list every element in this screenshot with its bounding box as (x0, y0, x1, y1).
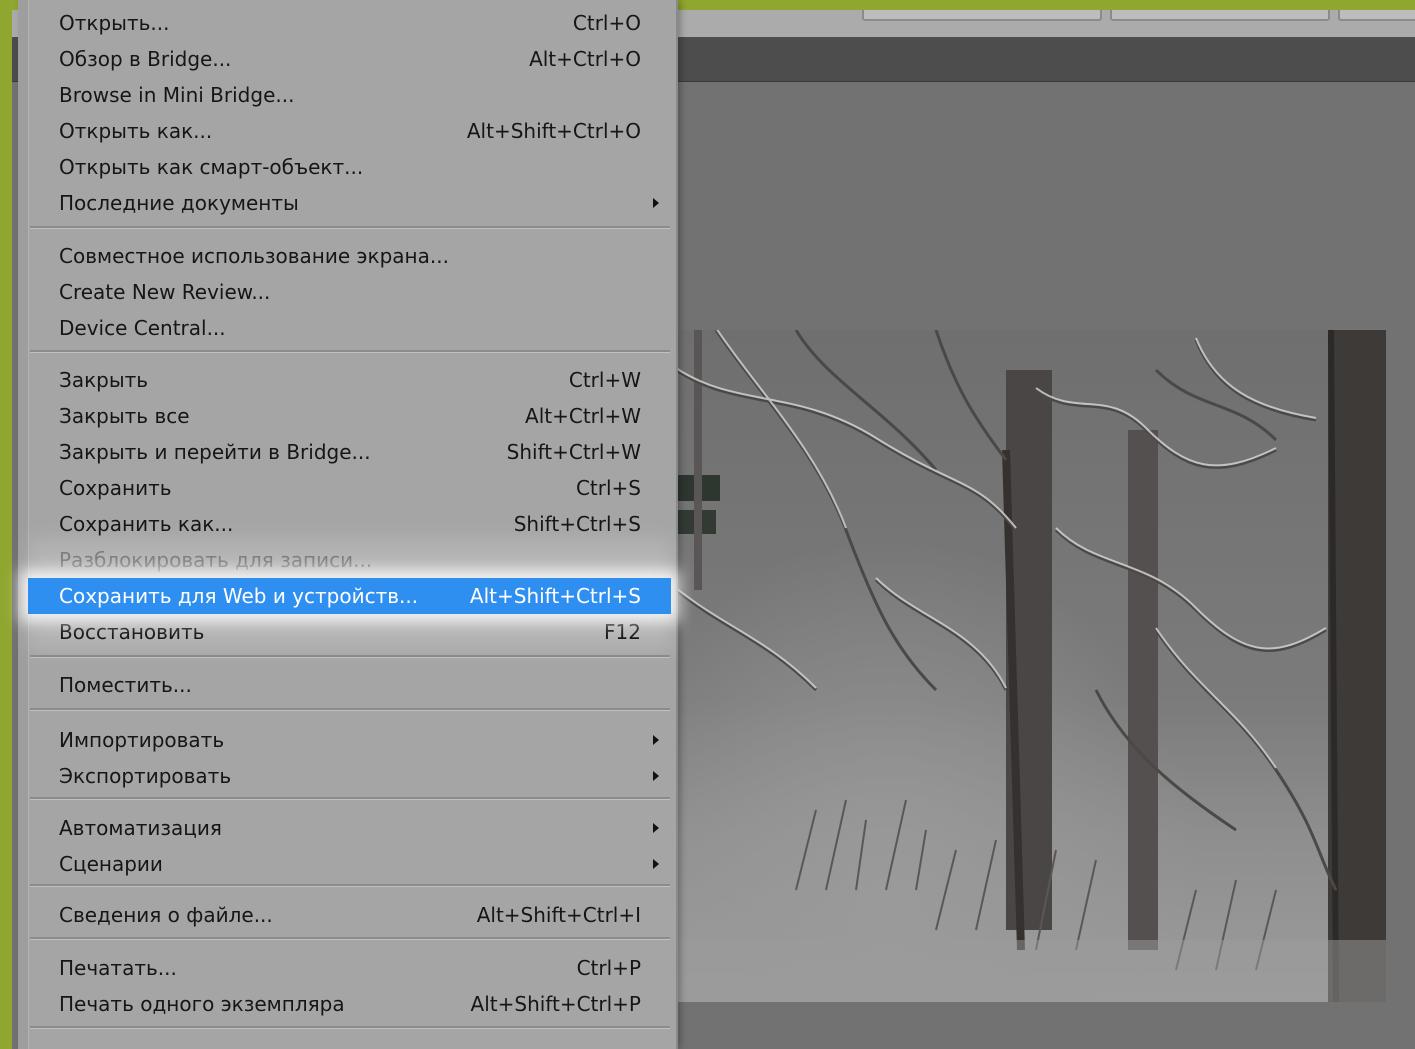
submenu-arrow-icon (653, 823, 659, 833)
menu-item-label: Сохранить для Web и устройств... (59, 584, 419, 608)
submenu-arrow-icon (653, 735, 659, 745)
menu-item-label: Create New Review... (59, 280, 271, 304)
file-menu-dropdown: Открыть... Ctrl+O Обзор в Bridge... Alt+… (18, 0, 678, 1049)
menu-separator (30, 1026, 670, 1029)
menu-item-file-info[interactable]: Сведения о файле... Alt+Shift+Ctrl+I (28, 897, 671, 933)
menu-item-shortcut: Alt+Shift+Ctrl+S (469, 584, 641, 608)
menu-item-label: Открыть как... (59, 119, 213, 143)
menu-item-browse-mini-bridge[interactable]: Browse in Mini Bridge... (28, 77, 671, 113)
menu-item-shortcut: Alt+Shift+Ctrl+I (476, 903, 641, 927)
menu-item-shortcut: Ctrl+W (568, 368, 641, 392)
menu-item-shortcut: Ctrl+S (575, 476, 641, 500)
options-field[interactable] (1338, 10, 1415, 21)
menu-separator (30, 708, 670, 711)
menu-item-label: Закрыть и перейти в Bridge... (59, 440, 371, 464)
menu-item-save-as[interactable]: Сохранить как... Shift+Ctrl+S (28, 506, 671, 542)
menu-item-label: Сохранить как... (59, 512, 234, 536)
menu-item-label: Закрыть (59, 368, 149, 392)
menu-item-label: Закрыть все (59, 404, 190, 428)
menu-separator (30, 797, 670, 800)
menu-item-recent-documents[interactable]: Последние документы (28, 185, 671, 221)
menu-item-label: Последние документы (59, 191, 299, 215)
menu-item-label: Печать одного экземпляра (59, 992, 345, 1016)
menu-item-label: Browse in Mini Bridge... (59, 83, 295, 107)
menu-item-label: Экспортировать (59, 764, 232, 788)
menu-item-save[interactable]: Сохранить Ctrl+S (28, 470, 671, 506)
menu-item-shortcut: Alt+Shift+Ctrl+O (466, 119, 641, 143)
submenu-arrow-icon (653, 859, 659, 869)
menu-item-label: Сохранить (59, 476, 172, 500)
document-canvas-photo (676, 330, 1386, 1002)
menu-item-automate[interactable]: Автоматизация (28, 810, 671, 846)
menu-item-label: Открыть как смарт-объект... (59, 155, 364, 179)
menu-item-label: Сведения о файле... (59, 903, 273, 927)
menu-item-place[interactable]: Поместить... (28, 667, 671, 703)
options-field[interactable] (862, 10, 1102, 21)
menu-item-label: Сценарии (59, 852, 163, 876)
menu-item-label: Разблокировать для записи... (59, 548, 373, 572)
menu-item-label: Device Central... (59, 316, 226, 340)
menu-item-label: Импортировать (59, 728, 225, 752)
menu-item-open[interactable]: Открыть... Ctrl+O (28, 5, 671, 41)
menu-item-shortcut: Shift+Ctrl+S (513, 512, 641, 536)
menu-item-close-all[interactable]: Закрыть все Alt+Ctrl+W (28, 398, 671, 434)
submenu-arrow-icon (653, 771, 659, 781)
menu-item-export[interactable]: Экспортировать (28, 758, 671, 794)
menu-item-close-and-go-to-bridge[interactable]: Закрыть и перейти в Bridge... Shift+Ctrl… (28, 434, 671, 470)
menu-item-revert[interactable]: Восстановить F12 (28, 614, 671, 650)
menu-item-label: Восстановить (59, 620, 205, 644)
menu-item-print-one-copy[interactable]: Печать одного экземпляра Alt+Shift+Ctrl+… (28, 986, 671, 1022)
menu-item-open-as[interactable]: Открыть как... Alt+Shift+Ctrl+O (28, 113, 671, 149)
submenu-arrow-icon (653, 198, 659, 208)
menu-item-close[interactable]: Закрыть Ctrl+W (28, 362, 671, 398)
menu-item-print[interactable]: Печатать... Ctrl+P (28, 950, 671, 986)
menu-item-browse-in-bridge[interactable]: Обзор в Bridge... Alt+Ctrl+O (28, 41, 671, 77)
menu-separator (30, 350, 670, 353)
menu-separator (30, 937, 670, 940)
menu-separator (30, 226, 670, 229)
snowy-forest-image (676, 330, 1386, 1002)
menu-item-shortcut: Ctrl+O (572, 11, 641, 35)
menu-item-label: Совместное использование экрана... (59, 244, 449, 268)
menu-item-label: Поместить... (59, 673, 192, 697)
menu-item-shortcut: Alt+Ctrl+W (525, 404, 641, 428)
menu-item-shortcut: Ctrl+P (576, 956, 641, 980)
menu-item-label: Автоматизация (59, 816, 222, 840)
menu-item-label: Печатать... (59, 956, 177, 980)
menu-item-shortcut: Shift+Ctrl+W (506, 440, 641, 464)
menu-separator (30, 655, 670, 658)
menu-item-label: Обзор в Bridge... (59, 47, 232, 71)
menu-item-scripts[interactable]: Сценарии (28, 846, 671, 882)
menu-item-save-for-web[interactable]: Сохранить для Web и устройств... Alt+Shi… (28, 578, 671, 614)
menu-item-import[interactable]: Импортировать (28, 722, 671, 758)
menu-separator (30, 884, 670, 887)
menu-item-label: Открыть... (59, 11, 170, 35)
options-field[interactable] (1110, 10, 1330, 21)
menu-item-create-new-review[interactable]: Create New Review... (28, 274, 671, 310)
menu-item-unlock-for-writing: Разблокировать для записи... (28, 542, 671, 578)
menu-item-shortcut: Alt+Shift+Ctrl+P (470, 992, 641, 1016)
menu-item-shortcut: F12 (604, 620, 641, 644)
menu-item-open-as-smart-object[interactable]: Открыть как смарт-объект... (28, 149, 671, 185)
menu-item-shortcut: Alt+Ctrl+O (529, 47, 641, 71)
green-frame-left (0, 0, 12, 1049)
menu-item-device-central[interactable]: Device Central... (28, 310, 671, 346)
menu-item-screen-sharing[interactable]: Совместное использование экрана... (28, 238, 671, 274)
